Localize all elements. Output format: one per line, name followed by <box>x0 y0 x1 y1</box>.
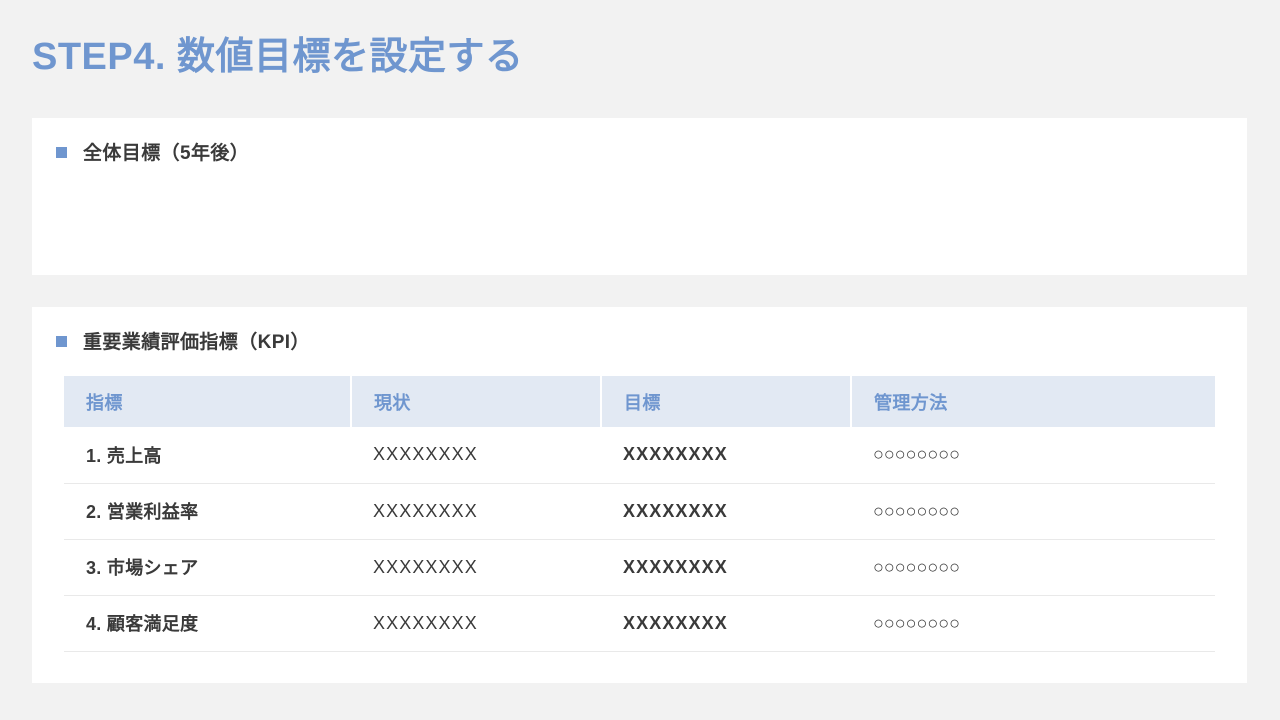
column-header-target: 目標 <box>601 376 852 427</box>
cell-target[interactable]: XXXXXXXX <box>601 539 851 596</box>
kpi-card: 重要業績評価指標（KPI） 指標 現状 目標 管理方法 1. 売上高 XXXXX… <box>32 307 1247 683</box>
square-bullet-icon <box>56 147 67 158</box>
table-header-row: 指標 現状 目標 管理方法 <box>64 376 1215 427</box>
overall-goal-heading-label: 全体目標（5年後） <box>83 143 250 164</box>
cell-current[interactable]: XXXXXXXX <box>351 595 601 652</box>
cell-management[interactable]: ○○○○○○○○ <box>851 427 1215 484</box>
cell-current[interactable]: XXXXXXXX <box>351 539 601 596</box>
slide-root: STEP4. 数値目標を設定する 全体目標（5年後） 重要業績評価指標（KPI）… <box>0 0 1280 720</box>
cell-management[interactable]: ○○○○○○○○ <box>851 595 1215 652</box>
cell-indicator: 4. 顧客満足度 <box>64 595 351 652</box>
kpi-table: 指標 現状 目標 管理方法 1. 売上高 XXXXXXXX XXXXXXXX ○… <box>64 376 1215 652</box>
table-row: 2. 営業利益率 XXXXXXXX XXXXXXXX ○○○○○○○○ <box>64 483 1215 540</box>
cell-current[interactable]: XXXXXXXX <box>351 427 601 484</box>
cell-target[interactable]: XXXXXXXX <box>601 483 851 540</box>
column-header-indicator: 指標 <box>64 376 352 427</box>
cell-target[interactable]: XXXXXXXX <box>601 595 851 652</box>
cell-management[interactable]: ○○○○○○○○ <box>851 539 1215 596</box>
kpi-table-header: 指標 現状 目標 管理方法 <box>64 376 1215 427</box>
square-bullet-icon <box>56 336 67 347</box>
kpi-heading: 重要業績評価指標（KPI） <box>56 327 310 354</box>
cell-current[interactable]: XXXXXXXX <box>351 483 601 540</box>
overall-goal-heading: 全体目標（5年後） <box>56 138 249 165</box>
overall-goal-card: 全体目標（5年後） <box>32 118 1247 275</box>
table-row: 1. 売上高 XXXXXXXX XXXXXXXX ○○○○○○○○ <box>64 427 1215 484</box>
cell-indicator: 3. 市場シェア <box>64 539 351 596</box>
table-row: 4. 顧客満足度 XXXXXXXX XXXXXXXX ○○○○○○○○ <box>64 595 1215 652</box>
cell-management[interactable]: ○○○○○○○○ <box>851 483 1215 540</box>
kpi-table-body: 1. 売上高 XXXXXXXX XXXXXXXX ○○○○○○○○ 2. 営業利… <box>64 427 1215 652</box>
column-header-management: 管理方法 <box>851 376 1215 427</box>
cell-target[interactable]: XXXXXXXX <box>601 427 851 484</box>
cell-indicator: 1. 売上高 <box>64 427 351 484</box>
kpi-heading-label: 重要業績評価指標（KPI） <box>83 332 310 353</box>
column-header-current: 現状 <box>351 376 602 427</box>
page-title: STEP4. 数値目標を設定する <box>32 36 524 78</box>
cell-indicator: 2. 営業利益率 <box>64 483 351 540</box>
table-row: 3. 市場シェア XXXXXXXX XXXXXXXX ○○○○○○○○ <box>64 539 1215 596</box>
